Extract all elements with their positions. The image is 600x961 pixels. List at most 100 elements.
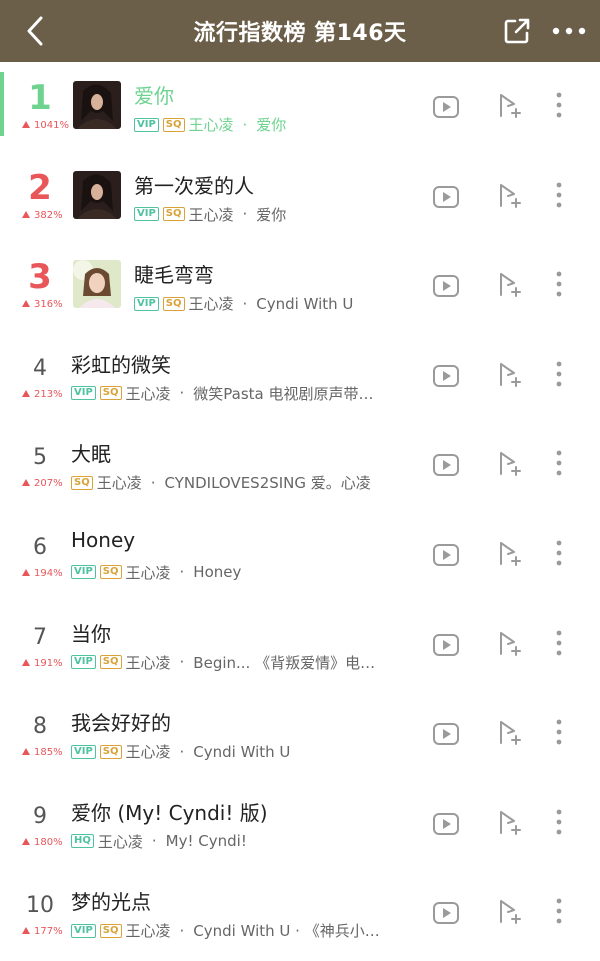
add-to-playlist-button[interactable] — [496, 92, 522, 120]
add-to-playlist-icon — [500, 810, 521, 835]
rank-change: 191% — [22, 658, 63, 669]
song-row[interactable]: 9 180% 爱你 (My! Cyndi! 版) HQ 王心凌 · My! Cynd… — [0, 779, 600, 869]
song-title: 爱你 — [134, 84, 174, 108]
album-name: 爱你 — [256, 205, 287, 224]
song-row[interactable]: 5 207% 大眠 SQ 王心凌 · CYNDILOVES2SING 爱。心凌 — [0, 420, 600, 510]
sq-badge: SQ — [99, 655, 122, 670]
sq-badge: SQ — [99, 923, 122, 938]
more-vertical-icon — [556, 271, 562, 297]
row-more-button[interactable] — [552, 628, 566, 658]
add-to-playlist-icon — [500, 273, 521, 298]
song-row[interactable]: 10 177% 梦的光点 VIP SQ 王心凌 · Cyndi With U · 《… — [0, 868, 600, 958]
more-vertical-icon — [556, 92, 562, 118]
rank-number: 3 — [28, 257, 52, 298]
video-play-icon — [433, 275, 459, 298]
add-to-playlist-button[interactable] — [496, 271, 522, 299]
rank-number: 6 — [33, 534, 47, 560]
album-cover[interactable] — [73, 260, 121, 309]
album-cover[interactable] — [73, 81, 121, 129]
up-arrow-icon — [22, 389, 30, 397]
artist-name: 王心凌 — [125, 922, 171, 941]
row-more-button[interactable] — [552, 538, 566, 568]
album-cover[interactable] — [73, 170, 121, 219]
play-mv-button[interactable] — [432, 541, 460, 569]
add-to-playlist-icon — [500, 452, 521, 477]
up-arrow-icon — [22, 210, 30, 218]
song-title: Honey — [71, 527, 136, 552]
add-to-playlist-button[interactable] — [496, 182, 522, 210]
add-to-playlist-button[interactable] — [496, 898, 522, 926]
play-mv-button[interactable] — [432, 899, 460, 927]
top-bar: 流行指数榜 第146天 — [0, 0, 600, 62]
song-meta: VIP SQ 王心凌 · Cyndi With U · 《神兵小… — [71, 920, 380, 941]
row-more-button[interactable] — [552, 269, 566, 299]
now-playing-indicator — [0, 72, 4, 136]
song-row[interactable]: 4 213% 彩虹的微笑 VIP SQ 王心凌 · 微笑Pasta 电视剧原声带… — [0, 331, 600, 421]
more-vertical-icon — [556, 898, 562, 924]
add-to-playlist-button[interactable] — [496, 809, 522, 837]
vip-badge: VIP — [134, 296, 159, 311]
song-row[interactable]: 3 316% 睫毛弯弯 VIP SQ 王心凌 · Cyndi With U — [0, 241, 600, 331]
more-horizontal-icon — [552, 27, 586, 35]
sq-badge: SQ — [162, 207, 185, 222]
song-meta: VIP SQ 王心凌 · Cyndi With U — [134, 293, 353, 314]
album-name: Begin... 《背叛爱情》电… — [193, 653, 376, 672]
song-row[interactable]: 6 194% Honey VIP SQ 王心凌 · Honey — [0, 510, 600, 600]
song-row[interactable]: 7 191% 当你 VIP SQ 王心凌 · Begin... 《背叛爱情》电… — [0, 600, 600, 690]
back-button[interactable] — [20, 14, 50, 48]
song-meta: VIP SQ 王心凌 · 微笑Pasta 电视剧原声带… — [71, 383, 374, 404]
rank-number: 5 — [33, 445, 47, 471]
play-mv-button[interactable] — [432, 272, 460, 300]
song-row[interactable]: 8 185% 我会好好的 VIP SQ 王心凌 · Cyndi With U — [0, 689, 600, 779]
album-name: Honey — [193, 563, 242, 582]
rank-change: 207% — [22, 478, 63, 489]
share-button[interactable] — [503, 17, 531, 45]
up-arrow-icon — [22, 479, 30, 487]
video-play-icon — [433, 454, 459, 477]
more-vertical-icon — [556, 809, 562, 835]
up-arrow-icon — [22, 658, 30, 666]
album-name: 爱你 — [256, 116, 287, 134]
more-vertical-icon — [556, 540, 562, 566]
play-mv-button[interactable] — [432, 451, 460, 479]
video-play-icon — [433, 812, 459, 835]
more-menu-button[interactable] — [550, 17, 588, 45]
add-to-playlist-button[interactable] — [496, 719, 522, 747]
row-more-button[interactable] — [552, 180, 566, 210]
row-more-button[interactable] — [552, 807, 566, 837]
artist-name: 王心凌 — [188, 116, 234, 134]
more-vertical-icon — [556, 182, 562, 207]
video-play-icon — [433, 96, 459, 118]
play-mv-button[interactable] — [432, 183, 460, 211]
play-mv-button[interactable] — [432, 631, 460, 659]
song-meta: VIP SQ 王心凌 · Begin... 《背叛爱情》电… — [71, 652, 375, 673]
row-more-button[interactable] — [552, 448, 566, 478]
add-to-playlist-button[interactable] — [496, 630, 522, 658]
video-play-icon — [433, 633, 459, 656]
up-arrow-icon — [22, 121, 30, 128]
play-mv-button[interactable] — [432, 810, 460, 838]
vip-badge: VIP — [71, 744, 96, 759]
play-mv-button[interactable] — [432, 362, 460, 390]
up-arrow-icon — [22, 568, 30, 576]
add-to-playlist-button[interactable] — [496, 450, 522, 478]
row-more-button[interactable] — [552, 717, 566, 747]
rank-change: 177% — [22, 926, 63, 937]
song-title: 当你 — [71, 621, 111, 646]
add-to-playlist-icon — [500, 94, 521, 118]
add-to-playlist-button[interactable] — [496, 540, 522, 568]
page-title: 流行指数榜 第146天 — [193, 21, 407, 46]
album-name: 微笑Pasta 电视剧原声带… — [193, 384, 374, 403]
row-more-button[interactable] — [552, 359, 566, 389]
row-more-button[interactable] — [552, 90, 566, 120]
add-to-playlist-button[interactable] — [496, 361, 522, 389]
song-row[interactable]: 2 382% 第一次爱的人 VIP SQ 王心凌 · 爱你 — [0, 152, 600, 242]
artist-name: 王心凌 — [97, 832, 143, 851]
song-meta: VIP SQ 王心凌 · 爱你 — [134, 114, 286, 135]
song-row[interactable]: 1 1041% 爱你 VIP SQ 王心凌 · 爱你 — [0, 62, 600, 152]
video-play-icon — [433, 902, 459, 925]
row-more-button[interactable] — [552, 896, 566, 926]
album-name: Cyndi With U — [193, 742, 291, 761]
play-mv-button[interactable] — [432, 720, 460, 748]
play-mv-button[interactable] — [432, 93, 460, 121]
